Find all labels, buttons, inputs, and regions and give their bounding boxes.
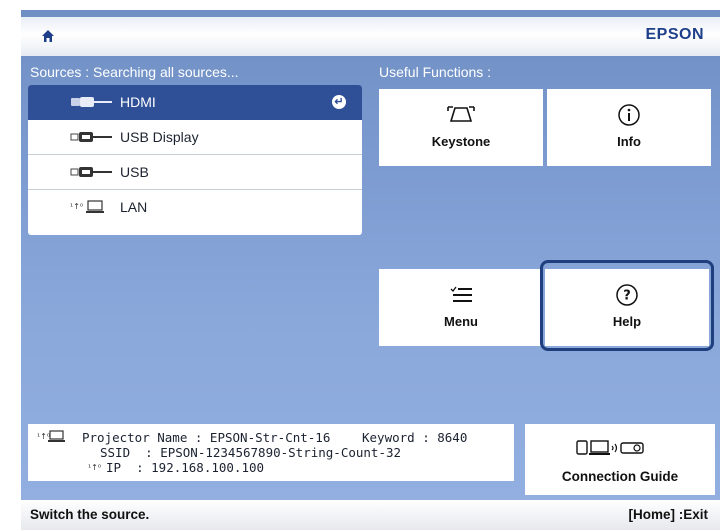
source-label: USB: [120, 164, 149, 180]
home-icon: [42, 30, 54, 42]
svg-text:¹↑⁰: ¹↑⁰: [37, 432, 50, 441]
source-item-usb-display[interactable]: USB Display: [28, 120, 362, 155]
network-info-panel: ¹↑⁰ Projector Name : EPSON-Str-Cnt-16 Ke…: [28, 424, 514, 481]
keystone-icon: [447, 106, 475, 122]
enter-icon: ↵: [332, 95, 346, 109]
svg-text:¹↑⁰: ¹↑⁰: [88, 463, 101, 472]
connection-guide-button[interactable]: Connection Guide: [525, 424, 715, 495]
menu-button[interactable]: Menu: [379, 269, 543, 346]
lan-icon: ¹↑⁰: [70, 200, 104, 213]
source-item-usb[interactable]: USB: [28, 155, 362, 190]
exit-hint: [Home] :Exit: [628, 507, 708, 522]
hdmi-icon: [71, 97, 112, 107]
menu-label: Menu: [444, 314, 478, 329]
info-icon: [618, 104, 640, 126]
wireless-icon: ¹↑⁰: [88, 463, 101, 472]
brand-logo: EPSON: [645, 26, 704, 43]
info-button[interactable]: Info: [547, 89, 711, 166]
keystone-label: Keystone: [431, 134, 491, 149]
status-hint: Switch the source.: [30, 507, 150, 522]
projector-name: Projector Name : EPSON-Str-Cnt-16: [82, 430, 331, 445]
useful-functions-heading: Useful Functions :: [379, 64, 492, 80]
menu-icon: [450, 286, 472, 302]
source-label: LAN: [120, 199, 148, 215]
connection-guide-icon: [576, 440, 644, 455]
source-label: USB Display: [120, 129, 199, 145]
top-bar: EPSON: [21, 17, 720, 56]
usb-icon: [70, 167, 112, 177]
connection-guide-label: Connection Guide: [561, 469, 679, 484]
keyword: Keyword : 8640: [362, 430, 468, 445]
projector-home-screen: EPSON Sources : Searching all sources...…: [21, 10, 720, 530]
source-list: HDMI ↵ USB Display USB ¹↑⁰ LAN: [28, 85, 362, 235]
ip-address: IP : 192.168.100.100: [106, 460, 265, 475]
source-item-hdmi[interactable]: HDMI ↵: [28, 85, 362, 120]
keystone-button[interactable]: Keystone: [379, 89, 543, 166]
status-bar: Switch the source. [Home] :Exit: [21, 500, 720, 530]
sources-heading: Sources : Searching all sources...: [30, 64, 239, 80]
ssid: SSID : EPSON-1234567890-String-Count-32: [100, 445, 402, 460]
svg-text:¹↑⁰: ¹↑⁰: [70, 202, 83, 211]
info-label: Info: [617, 134, 641, 149]
help-focus-highlight: [540, 260, 714, 351]
lan-icon: ¹↑⁰: [37, 430, 65, 442]
source-label: HDMI: [120, 94, 156, 110]
source-item-lan[interactable]: ¹↑⁰ LAN: [28, 190, 362, 225]
usb-display-icon: [70, 132, 112, 142]
